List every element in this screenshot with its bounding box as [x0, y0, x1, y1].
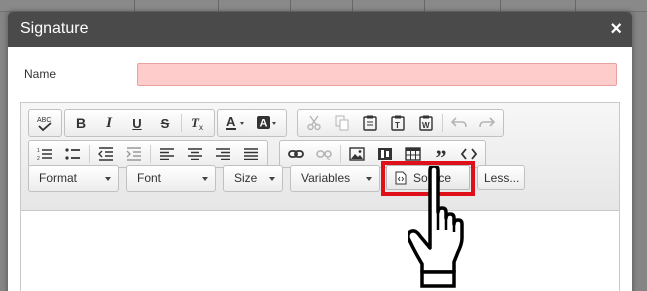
justify-icon[interactable]: [237, 142, 265, 166]
decrease-indent-icon[interactable]: [92, 142, 120, 166]
editor-content-area[interactable]: [21, 211, 619, 291]
paste-word-icon[interactable]: W: [412, 111, 440, 135]
list-group: 12: [28, 140, 268, 168]
remove-format-icon[interactable]: Tx: [184, 111, 212, 135]
unlink-icon[interactable]: [310, 142, 338, 166]
undo-icon[interactable]: [445, 111, 473, 135]
text-style-group: B I U S Tx: [64, 109, 215, 137]
code-icon[interactable]: [455, 142, 483, 166]
svg-text:ABC: ABC: [37, 117, 51, 124]
align-right-icon[interactable]: [209, 142, 237, 166]
rich-text-editor: ABC B I U S Tx A A T W 1 2 ” Format Font…: [20, 102, 620, 291]
increase-indent-icon[interactable]: [120, 142, 148, 166]
cut-icon[interactable]: [300, 111, 328, 135]
separator: [442, 114, 443, 132]
font-select-label: Font: [137, 171, 162, 185]
link-icon[interactable]: [282, 142, 310, 166]
background-color-icon[interactable]: A: [252, 111, 284, 135]
chevron-down-icon: [105, 177, 111, 181]
chevron-down-icon: [366, 177, 372, 181]
name-row: Name: [8, 62, 632, 88]
table-icon[interactable]: [399, 142, 427, 166]
underline-button[interactable]: U: [123, 111, 151, 135]
separator: [89, 145, 90, 163]
format-select-label: Format: [39, 171, 78, 185]
svg-text:A: A: [260, 118, 268, 130]
dialog-title: Signature: [20, 20, 89, 37]
blockquote-icon[interactable]: ”: [427, 142, 455, 169]
name-label: Name: [24, 67, 57, 81]
variables-select[interactable]: Variables: [290, 165, 380, 192]
font-select[interactable]: Font: [126, 165, 216, 192]
chevron-down-icon: [202, 177, 208, 181]
separator: [181, 114, 182, 132]
size-select[interactable]: Size: [223, 165, 283, 192]
source-icon: [395, 171, 407, 184]
signature-dialog: Signature × Name ABC B I U S Tx A A T W …: [8, 12, 632, 291]
less-button[interactable]: Less...: [477, 165, 525, 190]
separator: [340, 145, 341, 163]
strikethrough-button[interactable]: S: [151, 111, 179, 135]
redo-icon[interactable]: [473, 111, 501, 135]
dialog-header: Signature ×: [8, 12, 632, 47]
align-center-icon[interactable]: [181, 142, 209, 166]
svg-text:A: A: [226, 115, 236, 129]
color-group: A A: [217, 109, 287, 137]
flash-icon[interactable]: [371, 142, 399, 166]
image-icon[interactable]: [343, 142, 371, 166]
size-select-label: Size: [234, 171, 258, 185]
spellcheck-icon[interactable]: ABC: [31, 111, 59, 135]
svg-text:x: x: [199, 123, 203, 131]
chevron-down-icon: [269, 177, 275, 181]
svg-text:2: 2: [37, 156, 40, 161]
separator: [150, 145, 151, 163]
editor-toolbar: ABC B I U S Tx A A T W 1 2 ” Format Font…: [21, 103, 619, 211]
source-button-label: Source: [413, 170, 452, 185]
bulleted-list-icon[interactable]: [59, 142, 87, 166]
paste-icon[interactable]: [356, 111, 384, 135]
less-button-label: Less...: [484, 171, 520, 185]
copy-icon[interactable]: [328, 111, 356, 135]
format-select[interactable]: Format: [28, 165, 119, 192]
svg-text:T: T: [395, 121, 400, 130]
insert-group: ”: [279, 140, 486, 169]
source-button[interactable]: Source: [386, 165, 470, 190]
text-color-icon[interactable]: A: [220, 111, 252, 135]
svg-text:W: W: [422, 121, 430, 130]
bold-button[interactable]: B: [67, 111, 95, 135]
align-left-icon[interactable]: [153, 142, 181, 166]
svg-text:1: 1: [37, 148, 40, 154]
spellcheck-group: ABC: [28, 109, 62, 137]
close-icon[interactable]: ×: [610, 18, 622, 41]
variables-select-label: Variables: [301, 171, 351, 185]
name-input[interactable]: [137, 63, 617, 86]
paste-text-icon[interactable]: T: [384, 111, 412, 135]
numbered-list-icon[interactable]: 12: [31, 142, 59, 166]
italic-button[interactable]: I: [95, 111, 123, 135]
clipboard-group: T W: [297, 109, 504, 137]
